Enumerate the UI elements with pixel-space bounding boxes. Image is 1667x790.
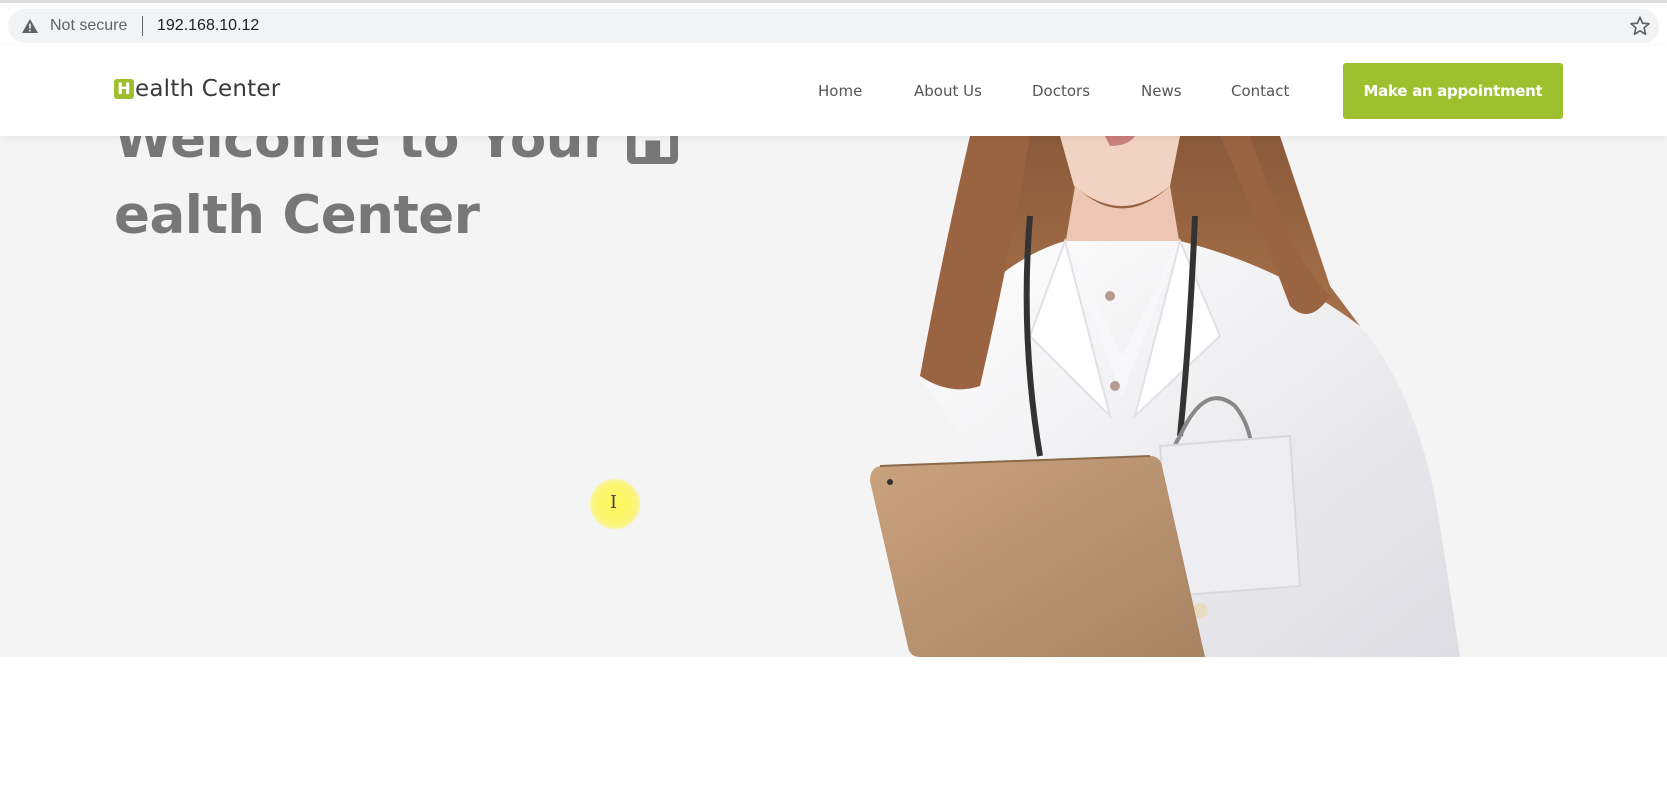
star-icon[interactable]	[1629, 15, 1651, 37]
hero-section: Welcome to Your Health Center I	[0, 136, 1667, 657]
logo-initial: H	[114, 79, 134, 99]
nav-contact[interactable]: Contact	[1231, 82, 1289, 100]
nav-home[interactable]: Home	[818, 82, 862, 100]
address-separator	[142, 16, 143, 36]
doctor-image	[870, 136, 1460, 657]
make-appointment-button[interactable]: Make an appointment	[1343, 63, 1563, 119]
warning-triangle-icon[interactable]	[22, 19, 38, 33]
nav-news[interactable]: News	[1141, 82, 1182, 100]
browser-toolbar: Not secure 192.168.10.12	[0, 0, 1667, 46]
hero-title-part2: ealth Center	[114, 185, 480, 246]
text-cursor-icon: I	[610, 492, 618, 513]
hero-title: Welcome to Your Health Center	[114, 136, 814, 254]
site-logo[interactable]: H ealth Center	[114, 76, 280, 102]
url-text[interactable]: 192.168.10.12	[157, 17, 259, 35]
logo-text: ealth Center	[135, 76, 281, 102]
nav-doctors[interactable]: Doctors	[1032, 82, 1090, 100]
site-header: H ealth Center Home About Us Doctors New…	[0, 46, 1667, 136]
nav-about-us[interactable]: About Us	[914, 82, 982, 100]
hero-title-initial: H	[626, 136, 679, 166]
address-bar[interactable]: Not secure 192.168.10.12	[8, 9, 1659, 43]
hero-title-part1: Welcome to Your	[114, 136, 627, 170]
security-status[interactable]: Not secure	[50, 17, 127, 35]
